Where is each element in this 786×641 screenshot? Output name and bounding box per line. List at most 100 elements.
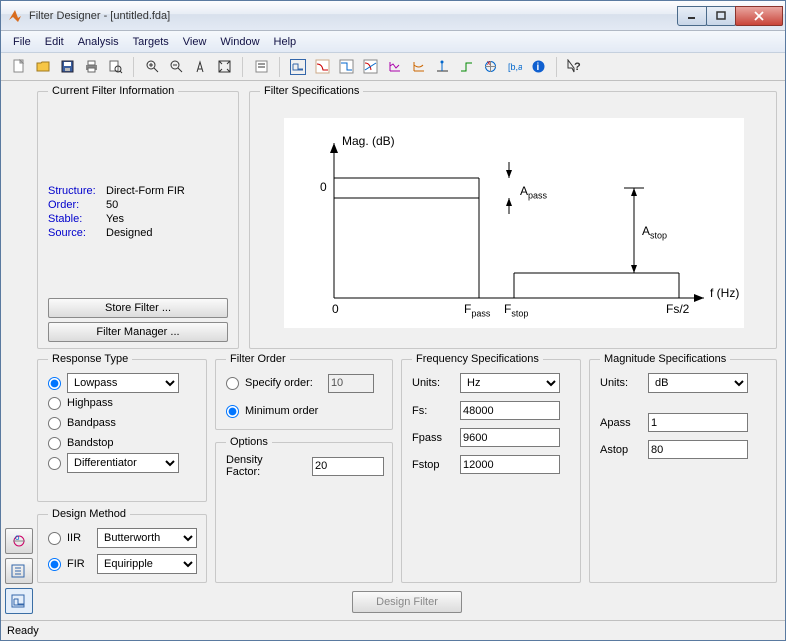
- new-icon[interactable]: [9, 57, 29, 77]
- menu-targets[interactable]: Targets: [133, 36, 169, 48]
- phase-icon[interactable]: [336, 57, 356, 77]
- menu-help[interactable]: Help: [274, 36, 297, 48]
- import-filter-icon[interactable]: [5, 558, 33, 584]
- mag-axis-label: Mag. (dB): [342, 134, 395, 148]
- mag-phase-icon[interactable]: [360, 57, 380, 77]
- mag-units-select[interactable]: dB: [648, 373, 748, 393]
- fstop-field[interactable]: [460, 455, 560, 474]
- menu-analysis[interactable]: Analysis: [78, 36, 119, 48]
- astop-field[interactable]: [648, 440, 748, 459]
- design-filter-icon[interactable]: [5, 588, 33, 614]
- svg-text:?: ?: [574, 61, 581, 73]
- fir-select[interactable]: Equiripple: [97, 554, 197, 574]
- titlebar: Filter Designer - [untitled.fda]: [1, 1, 785, 31]
- apass-label: Apass: [600, 417, 648, 429]
- maximize-button[interactable]: [706, 6, 736, 26]
- iir-label: IIR: [67, 532, 91, 544]
- apass-field[interactable]: [648, 413, 748, 432]
- freq-units-label: Units:: [412, 377, 460, 389]
- y-zero: 0: [320, 180, 327, 194]
- filter-params-icon[interactable]: [251, 57, 271, 77]
- matlab-icon: [7, 8, 23, 24]
- freq-units-select[interactable]: Hz: [460, 373, 560, 393]
- open-icon[interactable]: [33, 57, 53, 77]
- lowpass-radio[interactable]: [48, 377, 61, 390]
- svg-text:x: x: [487, 60, 491, 67]
- fpass-field[interactable]: [460, 428, 560, 447]
- step-icon[interactable]: [456, 57, 476, 77]
- impulse-icon[interactable]: [432, 57, 452, 77]
- highpass-label: Highpass: [67, 397, 113, 409]
- diff-select[interactable]: Differentiator: [67, 453, 179, 473]
- spec-icon[interactable]: [288, 57, 308, 77]
- store-filter-button[interactable]: Store Filter ...: [48, 298, 228, 318]
- menu-view[interactable]: View: [183, 36, 207, 48]
- filter-specifications: Filter Specifications: [249, 85, 777, 349]
- density-field[interactable]: [312, 457, 384, 476]
- menu-file[interactable]: File: [13, 36, 31, 48]
- iir-radio[interactable]: [48, 532, 61, 545]
- structure-label: Structure:: [48, 185, 106, 197]
- source-label: Source:: [48, 227, 106, 239]
- close-button[interactable]: [735, 6, 783, 26]
- design-method: Design Method IIR Butterworth FIR Equiripp…: [37, 508, 207, 583]
- options: Options Density Factor:: [215, 436, 393, 583]
- stable-value: Yes: [106, 213, 124, 225]
- highpass-radio[interactable]: [48, 397, 61, 410]
- specify-order-radio[interactable]: [226, 377, 239, 390]
- mag-units-label: Units:: [600, 377, 648, 389]
- status-text: Ready: [7, 625, 39, 637]
- window-title: Filter Designer - [untitled.fda]: [29, 10, 678, 22]
- pole-zero-icon[interactable]: x: [480, 57, 500, 77]
- pole-zero-editor-icon[interactable]: o: [5, 528, 33, 554]
- fs-field[interactable]: [460, 401, 560, 420]
- filter-manager-button[interactable]: Filter Manager ...: [48, 322, 228, 342]
- svg-text:o: o: [15, 533, 20, 542]
- ms-legend: Magnitude Specifications: [600, 353, 730, 365]
- minimum-order-radio[interactable]: [226, 405, 239, 418]
- compass-icon[interactable]: [190, 57, 210, 77]
- group-delay-icon[interactable]: [384, 57, 404, 77]
- menu-edit[interactable]: Edit: [45, 36, 64, 48]
- print-preview-icon[interactable]: [105, 57, 125, 77]
- menubar: File Edit Analysis Targets View Window H…: [1, 31, 785, 53]
- bandpass-radio[interactable]: [48, 417, 61, 430]
- fs2-tick: Fs/2: [666, 302, 689, 316]
- save-icon[interactable]: [57, 57, 77, 77]
- fs-label: Fs:: [412, 405, 460, 417]
- svg-text:[b,a]: [b,a]: [508, 62, 522, 72]
- zoom-out-icon[interactable]: [166, 57, 186, 77]
- lowpass-select[interactable]: Lowpass: [67, 373, 179, 393]
- design-filter-button[interactable]: Design Filter: [352, 591, 462, 613]
- fs-legend: Frequency Specifications: [412, 353, 543, 365]
- response-type: Response Type Lowpass Highpass Bandpass …: [37, 353, 207, 502]
- dm-legend: Design Method: [48, 508, 130, 520]
- coeffs-icon[interactable]: [b,a]: [504, 57, 524, 77]
- menu-window[interactable]: Window: [220, 36, 259, 48]
- apass-anno: Apass: [520, 184, 547, 200]
- fo-legend: Filter Order: [226, 353, 290, 365]
- density-label: Density Factor:: [226, 454, 297, 478]
- magnitude-icon[interactable]: [312, 57, 332, 77]
- source-value: Designed: [106, 227, 152, 239]
- fir-label: FIR: [67, 558, 91, 570]
- fir-radio[interactable]: [48, 558, 61, 571]
- print-icon[interactable]: [81, 57, 101, 77]
- magnitude-specifications: Magnitude Specifications Units:dB Apass …: [589, 353, 777, 583]
- zoom-reset-icon[interactable]: [214, 57, 234, 77]
- rt-legend: Response Type: [48, 353, 132, 365]
- minimize-button[interactable]: [677, 6, 707, 26]
- order-value: 50: [106, 199, 118, 211]
- diff-radio[interactable]: [48, 457, 61, 470]
- current-filter-info: Current Filter Information Structure:Dir…: [37, 85, 239, 349]
- bandstop-radio[interactable]: [48, 437, 61, 450]
- iir-select[interactable]: Butterworth: [97, 528, 197, 548]
- order-label: Order:: [48, 199, 106, 211]
- fstop-label: Fstop: [412, 459, 460, 471]
- filter-order: Filter Order Specify order: Minimum orde…: [215, 353, 393, 430]
- info-icon[interactable]: i: [528, 57, 548, 77]
- phase-delay-icon[interactable]: [408, 57, 428, 77]
- context-help-icon[interactable]: ?: [565, 57, 585, 77]
- cfi-legend: Current Filter Information: [48, 85, 178, 97]
- zoom-in-icon[interactable]: [142, 57, 162, 77]
